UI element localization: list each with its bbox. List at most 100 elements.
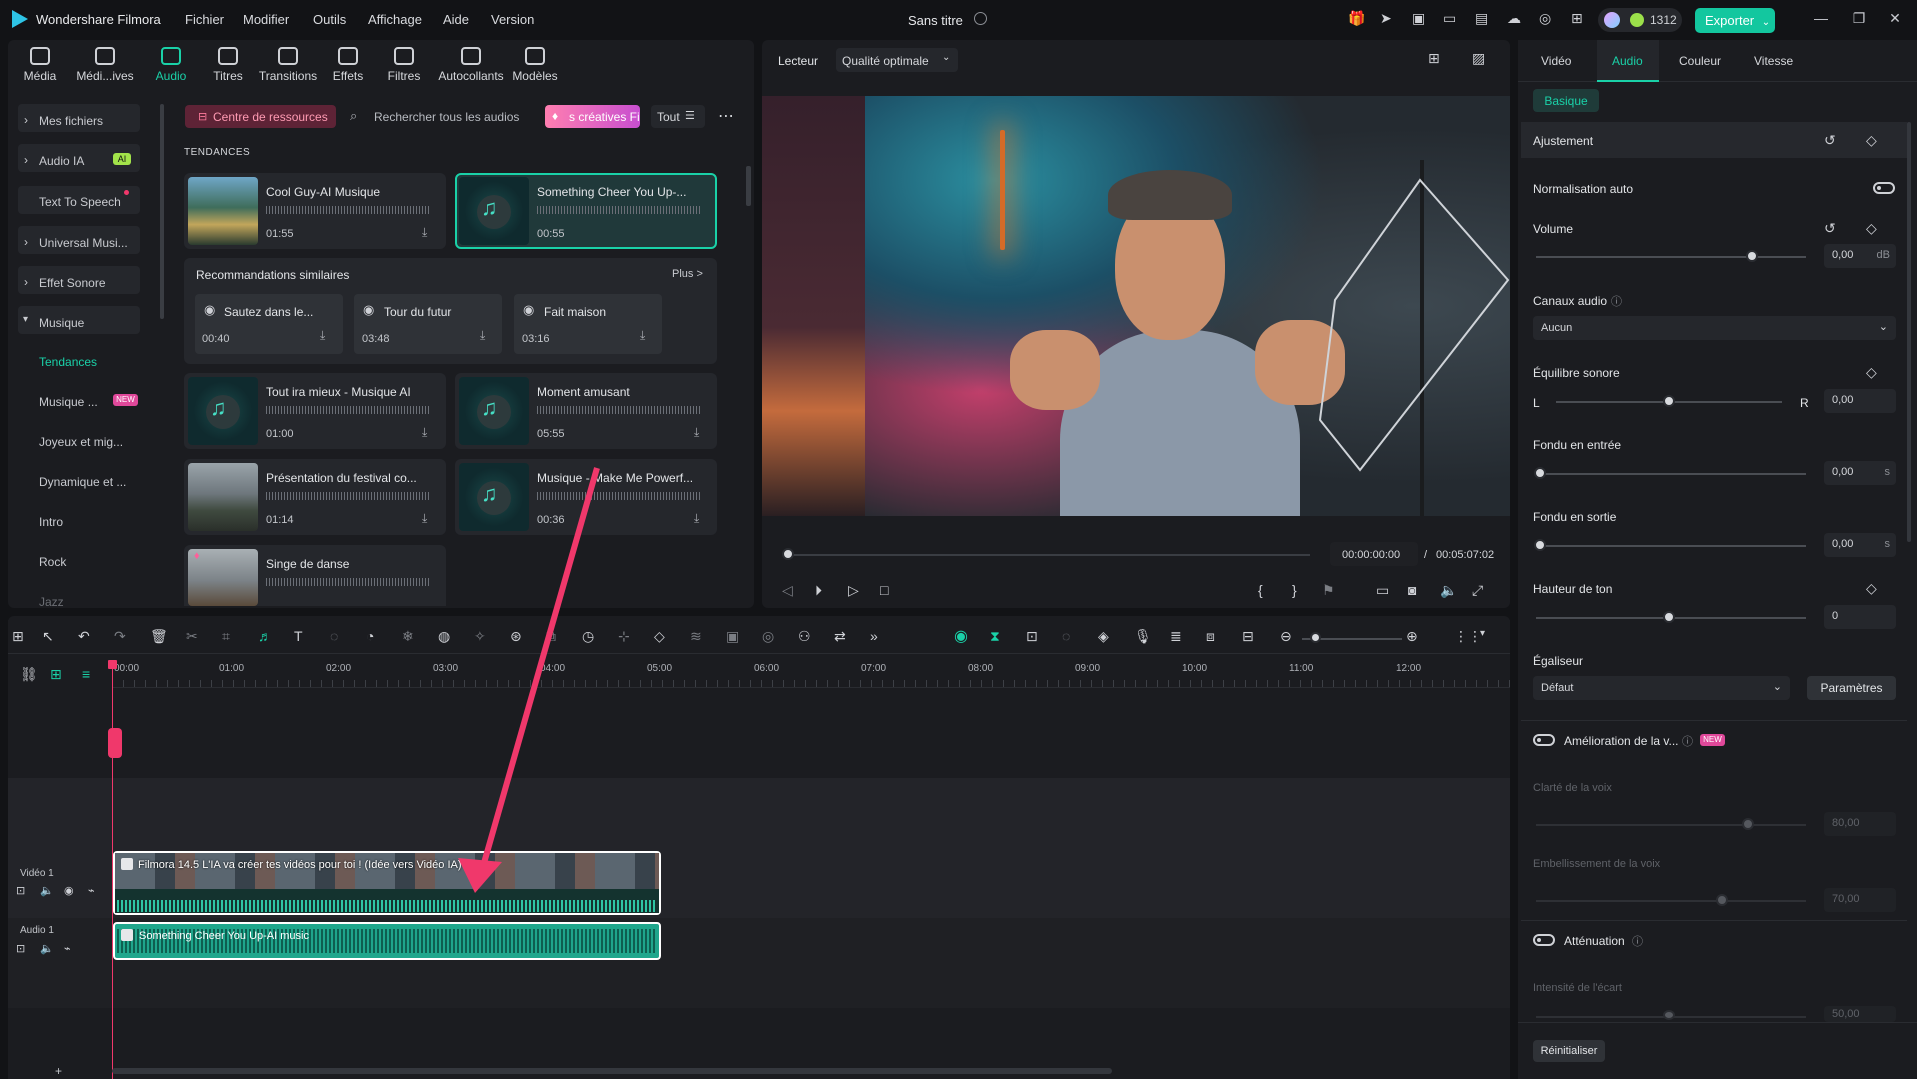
playhead-handle[interactable] [108,660,117,669]
volume-slider-track[interactable] [1536,256,1806,258]
attenuation-toggle[interactable] [1533,934,1555,946]
voice-clarity-slider-track[interactable] [1536,824,1806,826]
media-box-icon[interactable]: ▣ [1412,10,1425,27]
toolbar-media[interactable]: Média [10,44,70,83]
text-icon[interactable]: T [294,628,303,644]
voice-beauty-slider-track[interactable] [1536,900,1806,902]
chevron-down-icon[interactable]: ▾ [1480,628,1485,639]
translate-icon[interactable]: ⇄ [834,628,846,645]
freeze-icon[interactable]: ❄ [402,628,414,645]
more-tools-icon[interactable]: » [870,628,878,644]
similar-item[interactable] [514,294,662,354]
cloud-icon[interactable]: ☁ [1507,10,1521,27]
magic-icon[interactable]: ⌁ [88,884,95,897]
redo-icon[interactable]: ↷ [114,628,126,645]
pitch-slider-handle[interactable] [1663,611,1675,623]
pitch-input[interactable]: 0 [1824,605,1896,629]
playhead-line[interactable] [112,660,113,1079]
effects-tool-icon[interactable]: ✧ [474,628,486,645]
equalizer-settings-button[interactable]: Paramètres [1807,676,1896,700]
stabilize-icon[interactable]: ⚇ [798,628,811,645]
download-icon[interactable]: ⤓ [422,511,427,526]
adjust-icon[interactable]: ≋ [690,628,702,645]
prev-frame-icon[interactable]: ◁ [782,582,793,599]
similar-item[interactable] [195,294,343,354]
split-icon[interactable]: ✂ [186,628,198,645]
motion-icon[interactable]: ⊹ [618,628,630,645]
avatar[interactable] [1604,12,1620,28]
sidebar-sub-rock[interactable]: Rock [39,555,66,579]
equalizer-dropdown[interactable]: Défaut ⌄ [1533,676,1790,700]
keyframe-diamond-icon[interactable]: ◇ [1866,364,1877,381]
undo-icon[interactable]: ↶ [78,628,90,645]
download-icon[interactable]: ⤓ [320,328,325,343]
tab-color[interactable]: Couleur [1679,54,1721,68]
volume-icon[interactable]: 🔈 [1440,582,1457,599]
camera-icon[interactable]: ◙ [1408,582,1416,598]
help-icon[interactable]: ⓘ [1682,733,1693,749]
download-icon[interactable]: ⤓ [640,328,645,343]
render-icon[interactable]: ◉ [954,626,968,646]
toolbar-effects[interactable]: Effets [318,44,378,83]
menu-modifier[interactable]: Modifier [243,12,289,27]
mute-icon[interactable]: 🔈 [40,884,54,897]
ai-tool-icon[interactable]: ⊛ [510,628,522,645]
add-icon[interactable]: + [55,1064,62,1078]
grid-view-icon[interactable]: ⊞ [1428,50,1440,67]
lock-icon[interactable]: ⊡ [16,942,25,955]
voice-clarity-input[interactable]: 80,00 [1824,812,1896,836]
track-manager-icon[interactable]: ≡ [82,666,90,682]
toolbar-titles[interactable]: Titres [198,44,258,83]
snap-icon[interactable]: ⧗ [990,628,1000,645]
voice-beauty-input[interactable]: 70,00 [1824,888,1896,912]
download-icon[interactable]: ⤓ [694,425,699,440]
display-icon[interactable]: ▭ [1376,582,1389,599]
ai-copilot-icon[interactable]: ▣ [726,628,739,645]
subtab-basic[interactable]: Basique [1533,89,1599,112]
auto-reframe-icon[interactable]: ⊡ [1026,628,1038,645]
zoom-slider-handle[interactable] [1310,632,1321,643]
toolbar-audio[interactable]: Audio [141,44,201,83]
sidebar-sub-dynamic[interactable]: Dynamique et ... [39,475,126,499]
toolbar-transitions[interactable]: Transitions [258,44,318,83]
keyframe-diamond-icon[interactable]: ◇ [1866,132,1877,149]
volume-input[interactable]: 0,00 dB [1824,244,1896,268]
record-icon[interactable]: ◎ [762,628,774,645]
minimize-icon[interactable]: — [1812,10,1830,28]
save-icon[interactable]: ▤ [1475,10,1488,27]
apps-grid-icon[interactable]: ⊞ [1571,10,1583,27]
inspector-scrollbar[interactable] [1907,122,1911,542]
library-scrollbar[interactable] [746,166,751,206]
toolbar-templates[interactable]: Modèles [505,44,565,83]
playback-progress-handle[interactable] [782,548,794,560]
more-options-icon[interactable]: ⋯ [718,106,734,126]
toolbar-filters[interactable]: Filtres [374,44,434,83]
playback-progress-track[interactable] [788,554,1310,556]
scene-detect-icon[interactable]: ◌ [1062,628,1070,644]
play-circle-icon[interactable]: ◉ [204,302,215,318]
sidebar-sub-intro[interactable]: Intro [39,515,63,539]
volume-slider-handle[interactable] [1746,250,1758,262]
playhead-marker[interactable] [108,728,122,758]
voice-clarity-slider-handle[interactable] [1742,818,1754,830]
export-button[interactable]: Exporter ⌄ [1695,8,1775,33]
reset-icon[interactable]: ↺ [1824,132,1836,149]
play-circle-icon[interactable]: ◉ [363,302,374,318]
color-match-icon[interactable]: ◍ [438,628,450,645]
download-icon[interactable]: ⤓ [422,425,427,440]
audio-stretch-icon[interactable]: ♬ [258,628,272,644]
layout-grid-icon[interactable]: ⊞ [12,628,24,645]
zoom-in-icon[interactable]: ⊕ [1406,628,1418,645]
keyframe-diamond-icon[interactable]: ◇ [1866,580,1877,597]
download-icon[interactable]: ⤓ [422,225,427,240]
lock-icon[interactable]: ⊡ [16,884,25,897]
auto-normalization-toggle[interactable] [1873,182,1895,194]
stop-icon[interactable]: □ [880,582,888,598]
track-options-icon[interactable]: ⋮⋮ [1454,628,1482,645]
fade-out-slider-handle[interactable] [1534,539,1546,551]
transform-icon[interactable]: ⧉ [546,628,556,645]
subtitles-icon[interactable]: ≣ [1170,628,1182,645]
balance-input[interactable]: 0,00 [1824,389,1896,413]
mute-icon[interactable]: 🔈 [40,942,54,955]
balance-slider-handle[interactable] [1663,395,1675,407]
